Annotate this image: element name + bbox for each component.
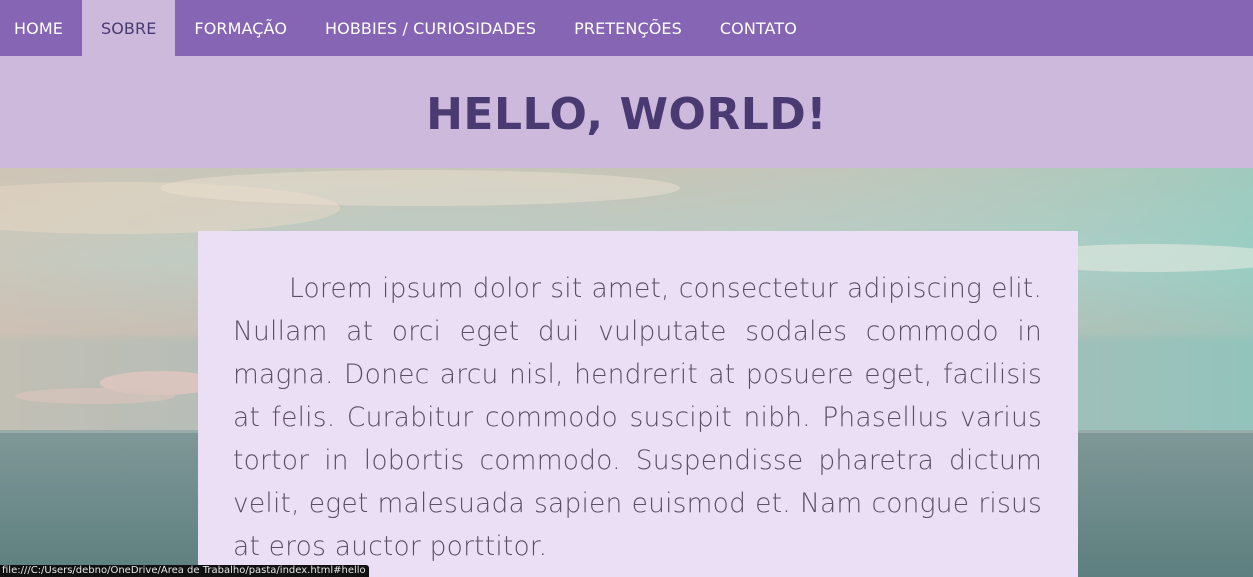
nav-item-sobre[interactable]: SOBRE (81, 0, 176, 56)
nav-item-pretencoes[interactable]: PRETENÇÕES (555, 0, 701, 56)
about-card: Lorem ipsum dolor sit amet, consectetur … (198, 231, 1078, 577)
nav-item-contato[interactable]: CONTATO (701, 0, 816, 56)
nav-item-home[interactable]: HOME (0, 0, 82, 56)
page-title: HELLO, WORLD! (426, 88, 827, 140)
header-band: HELLO, WORLD! (0, 56, 1253, 168)
browser-status-bar: file:///C:/Users/debno/OneDrive/Área de … (0, 565, 369, 577)
nav-item-hobbies[interactable]: HOBBIES / CURIOSIDADES (306, 0, 555, 56)
about-paragraph: Lorem ipsum dolor sit amet, consectetur … (233, 273, 1042, 562)
top-nav: HOME SOBRE FORMAÇÃO HOBBIES / CURIOSIDAD… (0, 0, 1253, 56)
nav-item-formacao[interactable]: FORMAÇÃO (175, 0, 306, 56)
